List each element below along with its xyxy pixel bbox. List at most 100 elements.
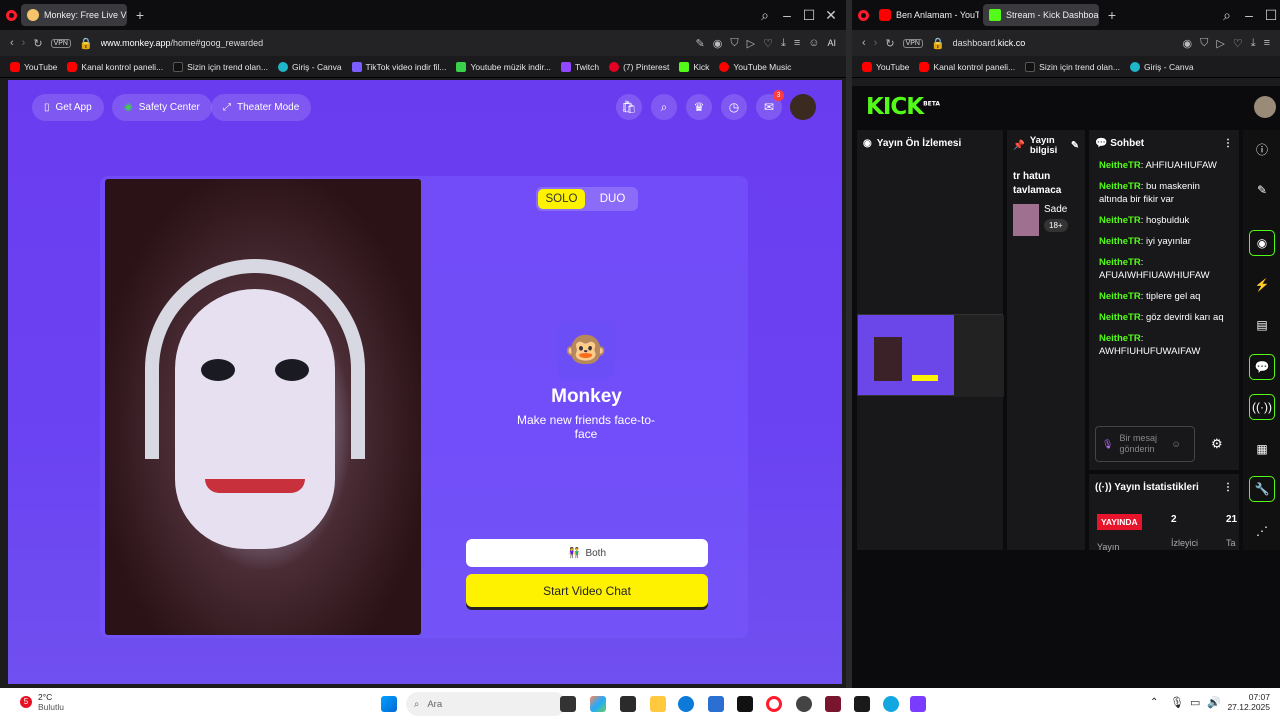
heart-icon[interactable]: ♡ [1233,37,1243,50]
maximize-icon[interactable]: ☐ [800,7,818,24]
chat-user[interactable]: NeitheTR [1099,257,1141,268]
share-icon[interactable]: ⋰ [1249,518,1275,544]
shop-icon[interactable]: 🛍 [616,94,642,120]
reload-icon[interactable]: ↻ [885,37,894,50]
bookmark-channel-panel[interactable]: Kanal kontrol paneli... [919,61,1015,72]
media-app-icon[interactable] [825,696,841,712]
opera-taskbar-icon[interactable] [766,696,782,712]
vpn-badge[interactable]: VPN [902,38,923,48]
duo-tab[interactable]: DUO [589,189,636,209]
menu-icon[interactable]: ≡ [1264,37,1270,49]
theater-mode-button[interactable]: ⤢ Theater Mode [211,94,312,121]
mic-icon[interactable]: 🎙 [1102,439,1113,450]
bookmark-canva[interactable]: Giriş - Canva [277,61,342,72]
close-icon[interactable]: ✕ [822,7,840,24]
camera-icon[interactable]: ◉ [713,37,723,50]
tab-kick-dashboard[interactable]: Stream - Kick Dashboard [983,4,1099,26]
monitor-icon[interactable]: ▭ [1190,696,1200,709]
reload-icon[interactable]: ↻ [33,37,42,50]
play-icon[interactable]: ▷ [1216,37,1224,50]
chat-icon[interactable]: ✉ 3 [756,90,784,120]
get-app-button[interactable]: ▯ Get App [32,94,104,121]
minimize-icon[interactable]: – [1240,7,1258,23]
taskbar-search[interactable]: ⌕ Ara [406,692,566,716]
url-field[interactable]: www.monkey.app/home#goog_rewarded [101,38,688,48]
profile-icon[interactable]: ☺ [808,37,819,49]
play-icon[interactable]: ▷ [747,37,755,50]
windows-start-icon[interactable] [381,696,397,712]
bookmark-pinterest[interactable]: (7) Pinterest [609,61,669,72]
preview-toggle-icon[interactable]: ◉ [1249,230,1275,256]
solo-tab[interactable]: SOLO [538,189,585,209]
minimize-icon[interactable]: – [778,7,796,23]
bookmark-youtube[interactable]: YouTube [862,61,909,72]
settings-icon[interactable]: ⚙ [1211,436,1223,452]
tab-monkey[interactable]: Monkey: Free Live Video C [21,4,127,26]
chat-input[interactable]: 🎙 Bir mesaj gönderin ☺ [1095,426,1195,462]
chat-toggle-icon[interactable]: 💬 [1249,354,1275,380]
history-icon[interactable]: ◷ [721,94,747,120]
download-icon[interactable]: ⤓ [1251,37,1256,50]
chat-user[interactable]: NeitheTR [1099,291,1141,302]
chat-user[interactable]: NeitheTR [1099,215,1141,226]
app-icon[interactable] [620,696,636,712]
task-view-icon[interactable] [560,696,576,712]
document-icon[interactable]: ▤ [1249,312,1275,338]
mic-icon[interactable]: 🎙 [1170,696,1184,709]
chat-user[interactable]: NeitheTR [1099,181,1141,192]
info-icon[interactable]: ⓘ [1249,136,1275,162]
heart-icon[interactable]: ♡ [763,37,773,50]
kick-logo[interactable]: KICKBETA [866,94,940,120]
bookmark-channel-panel[interactable]: Kanal kontrol paneli... [67,61,163,72]
category-name[interactable]: Sade [1044,204,1068,215]
crown-icon[interactable]: ♛ [686,94,712,120]
avatar[interactable] [790,94,816,120]
emoji-icon[interactable]: ☺ [1171,439,1180,449]
clock[interactable]: 07:07 27.12.2025 [1226,692,1270,712]
app2-icon[interactable] [854,696,870,712]
bookmark-tiktok-trends[interactable]: Sizin için trend olan... [173,61,268,72]
capcut-icon[interactable] [737,696,753,712]
weather-widget[interactable]: 5 2°C Bulutlu [20,692,64,712]
copilot-icon[interactable] [590,696,606,712]
opera-icon[interactable] [6,9,17,21]
search-icon[interactable]: ⌕ [651,94,677,120]
store-icon[interactable] [708,696,724,712]
broadcast-toggle-icon[interactable]: ((·)) [1249,394,1275,420]
bookmark-youtube[interactable]: YouTube [10,61,57,72]
url-field[interactable]: dashboard.kick.co [953,38,1175,48]
forward-icon[interactable]: › [22,37,26,49]
safety-center-button[interactable]: ◉ Safety Center [112,94,212,121]
volume-icon[interactable]: 🔊 [1207,696,1221,709]
file-explorer-icon[interactable] [650,696,666,712]
bolt-icon[interactable]: ⚡ [1249,272,1275,298]
bookmark-tiktok-trends[interactable]: Sizin için trend olan... [1025,61,1120,72]
bookmark-tiktok-download[interactable]: TikTok video indir fil... [351,61,446,72]
edit-icon[interactable]: ✎ [1071,141,1079,151]
editor-icon[interactable] [910,696,926,712]
back-icon[interactable]: ‹ [10,37,14,49]
opera-icon[interactable] [858,9,869,21]
bookmark-kick[interactable]: Kick [679,61,709,72]
new-tab-icon[interactable]: + [1103,7,1121,23]
layout-icon[interactable]: ▦ [1249,436,1275,462]
gender-select-button[interactable]: 👫 Both [466,539,708,567]
more-icon[interactable]: ⋮ [1223,138,1233,149]
shield-icon[interactable]: ⛉ [730,37,738,50]
preview-thumbnail[interactable] [857,314,1004,397]
bookmark-canva[interactable]: Giriş - Canva [1129,61,1194,72]
forward-icon[interactable]: › [874,37,878,49]
chat-user[interactable]: NeitheTR [1099,160,1141,171]
edit-icon[interactable]: ✎ [696,37,705,50]
search-tabs-icon[interactable]: ⌕ [756,7,774,24]
camera-icon[interactable]: ◉ [1183,37,1193,50]
chevron-up-icon[interactable]: ⌃ [1150,697,1158,708]
maximize-icon[interactable]: ☐ [1262,7,1280,24]
chat-user[interactable]: NeitheTR [1099,236,1141,247]
skype-icon[interactable] [883,696,899,712]
chat-user[interactable]: NeitheTR [1099,333,1141,344]
bookmark-music-download[interactable]: Youtube müzik indir... [456,61,551,72]
menu-icon[interactable]: ≡ [794,37,800,49]
shield-icon[interactable]: ⛉ [1200,37,1208,50]
download-icon[interactable]: ⤓ [781,37,786,50]
